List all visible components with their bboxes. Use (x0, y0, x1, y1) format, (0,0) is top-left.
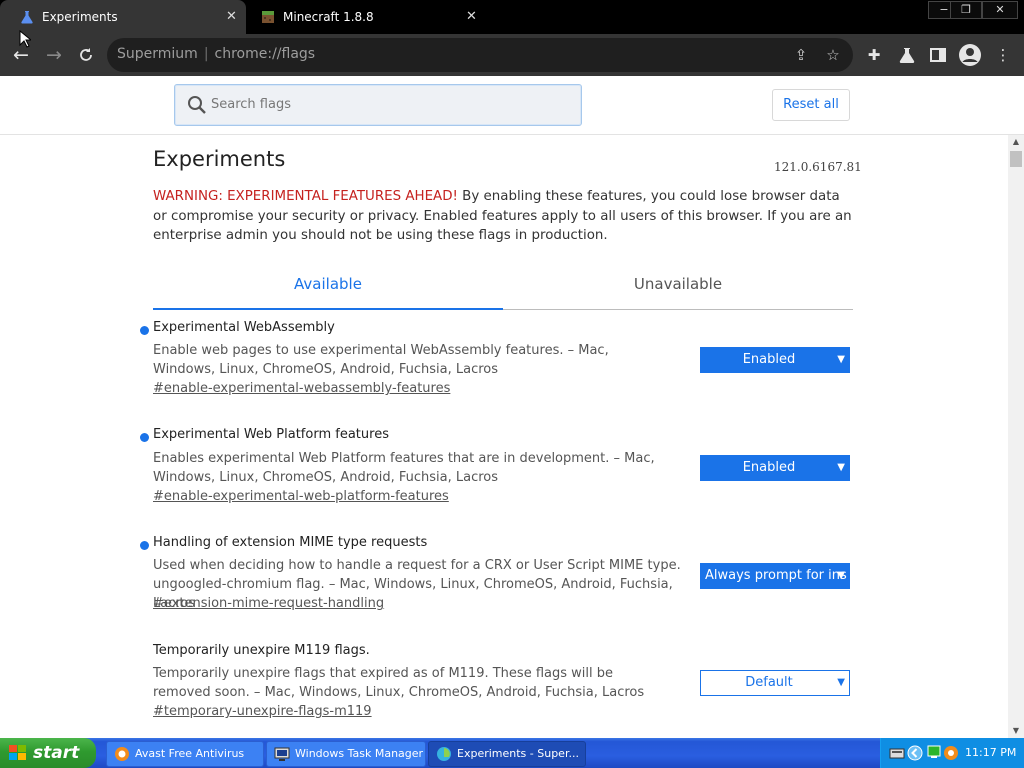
flag-description: Enable web pages to use experimental Web… (153, 343, 609, 377)
flag-permalink[interactable]: #extension-mime-request-handling (153, 596, 384, 611)
tab-strip: Experiments ✕ Minecraft 1.8.8 ✕ − ❐ ✕ (0, 0, 1024, 34)
warning-text: WARNING: EXPERIMENTAL FEATURES AHEAD! By… (153, 187, 853, 246)
chevron-down-icon: ▼ (837, 677, 845, 688)
task-manager-icon (274, 747, 290, 761)
forward-button[interactable]: → (41, 42, 67, 68)
flag-permalink[interactable]: #enable-experimental-web-platform-featur… (153, 489, 449, 504)
mouse-cursor-icon (19, 30, 31, 48)
profile-avatar-icon[interactable] (958, 43, 982, 67)
tab-title: Minecraft 1.8.8 (283, 10, 374, 24)
select-value: Default (745, 675, 793, 690)
warning-heading: WARNING: EXPERIMENTAL FEATURES AHEAD! (153, 189, 458, 204)
flag-item: Handling of extension MIME type requests… (140, 535, 860, 635)
start-label: start (33, 743, 80, 763)
page-title: Experiments (153, 147, 286, 171)
taskbar-item-label: Experiments - Super... (457, 747, 579, 760)
search-flags-input[interactable] (211, 95, 561, 113)
reload-button[interactable] (73, 42, 99, 68)
select-value: Enabled (742, 352, 796, 367)
extensions-icon[interactable]: ✚ (864, 45, 884, 65)
chevron-down-icon: ▼ (837, 462, 845, 473)
tab-title: Experiments (42, 10, 118, 24)
flags-header: Reset all (0, 76, 1024, 135)
modified-dot-icon (140, 326, 149, 335)
url-text: Supermium | chrome://flags (117, 46, 315, 62)
minecraft-block-icon (262, 11, 274, 23)
flags-content: Experiments 121.0.6167.81 WARNING: EXPER… (0, 135, 1008, 738)
flag-item: Temporarily unexpire M119 flags. Tempora… (140, 643, 860, 738)
taskbar-item-label: Windows Task Manager (295, 747, 424, 760)
chevron-down-icon: ▼ (837, 570, 845, 581)
windows-flag-icon (9, 745, 26, 760)
flag-name: Temporarily unexpire M119 flags. (153, 643, 370, 658)
modified-dot-icon (140, 541, 149, 550)
flag-description: Temporarily unexpire flags that expired … (153, 666, 645, 700)
reset-all-button[interactable]: Reset all (772, 89, 850, 121)
taskbar-item-label: Avast Free Antivirus (135, 747, 245, 760)
menu-kebab-icon[interactable]: ⋮ (993, 45, 1013, 65)
flag-name: Handling of extension MIME type requests (153, 535, 428, 550)
chevron-down-icon: ▼ (837, 354, 845, 365)
select-value: Always prompt for ins (705, 568, 847, 583)
scrollbar-thumb[interactable] (1010, 151, 1022, 167)
taskbar-item-avast[interactable]: Avast Free Antivirus (106, 741, 264, 767)
tab-experiments[interactable]: Experiments ✕ (0, 0, 246, 34)
select-value: Enabled (742, 460, 796, 475)
collapse-tray-chevron-icon[interactable] (907, 745, 923, 761)
flag-item: Experimental Web Platform features Enabl… (140, 427, 860, 527)
start-button[interactable]: start (0, 738, 96, 768)
flag-permalink[interactable]: #enable-experimental-webassembly-feature… (153, 381, 450, 396)
avast-tray-icon[interactable] (943, 745, 959, 761)
url-separator: | (203, 46, 209, 62)
flag-permalink[interactable]: #temporary-unexpire-flags-m119 (153, 704, 372, 719)
network-icon[interactable] (927, 745, 941, 759)
page-scrollbar[interactable]: ▲ ▼ (1008, 135, 1024, 738)
keyboard-icon[interactable] (889, 745, 905, 761)
flag-state-select[interactable]: Always prompt for ins ▼ (700, 563, 850, 589)
flag-state-select[interactable]: Enabled ▼ (700, 455, 850, 481)
tab-close-icon[interactable]: ✕ (226, 9, 237, 24)
modified-dot-icon (140, 433, 149, 442)
flag-description: Enables experimental Web Platform featur… (153, 451, 655, 485)
taskbar-clock: 11:17 PM (965, 746, 1017, 759)
taskbar-item-experiments[interactable]: Experiments - Super... (428, 741, 586, 767)
scroll-up-arrow-icon[interactable]: ▲ (1008, 135, 1024, 149)
search-box[interactable] (174, 84, 582, 126)
search-icon (188, 96, 206, 114)
side-panel-icon[interactable] (928, 45, 948, 65)
supermium-icon (437, 747, 451, 761)
url-path: chrome://flags (214, 46, 316, 62)
windows-taskbar: start Avast Free Antivirus Windows Task … (0, 738, 1024, 768)
flask-icon[interactable] (897, 45, 917, 65)
scroll-down-arrow-icon[interactable]: ▼ (1008, 724, 1024, 738)
tab-available[interactable]: Available (153, 275, 503, 293)
close-window-button[interactable]: ✕ (982, 1, 1018, 19)
flag-state-select[interactable]: Default ▼ (700, 670, 850, 696)
reload-icon (80, 48, 92, 61)
flag-state-select[interactable]: Enabled ▼ (700, 347, 850, 373)
address-bar[interactable]: Supermium | chrome://flags ⇪ ☆ (107, 38, 853, 72)
flag-name: Experimental WebAssembly (153, 320, 335, 335)
taskbar-item-task-manager[interactable]: Windows Task Manager (266, 741, 426, 767)
tab-minecraft[interactable]: Minecraft 1.8.8 ✕ (246, 0, 492, 34)
site-name: Supermium (117, 46, 198, 62)
flag-name: Experimental Web Platform features (153, 427, 389, 442)
share-icon[interactable]: ⇪ (791, 45, 811, 65)
active-tab-indicator (153, 308, 503, 310)
tab-unavailable[interactable]: Unavailable (503, 275, 853, 293)
restore-button[interactable]: ❐ (950, 1, 982, 19)
browser-toolbar: ← → Supermium | chrome://flags ⇪ ☆ ✚ ⋮ (0, 34, 1024, 76)
tab-close-icon[interactable]: ✕ (466, 9, 477, 24)
bookmark-star-icon[interactable]: ☆ (823, 45, 843, 65)
flask-icon (21, 11, 33, 24)
flag-item: Experimental WebAssembly Enable web page… (140, 320, 860, 420)
system-tray: 11:17 PM (880, 738, 1024, 768)
version-label: 121.0.6167.81 (774, 160, 862, 174)
avast-icon (115, 747, 129, 761)
flags-tabs: Available Unavailable (153, 265, 853, 310)
